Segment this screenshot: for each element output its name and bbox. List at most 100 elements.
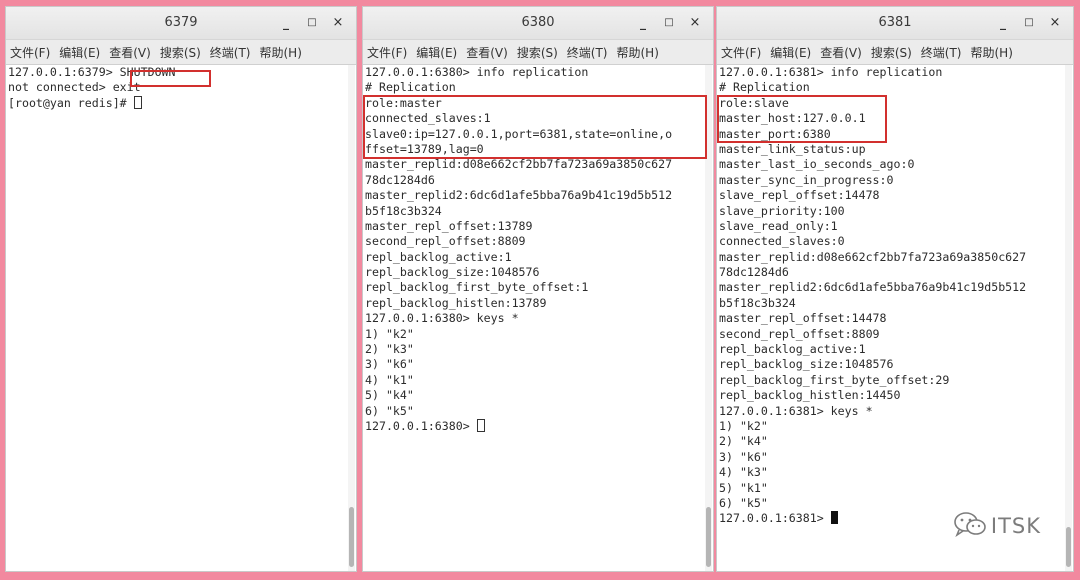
scrollbar-thumb[interactable] xyxy=(1066,527,1071,567)
terminal-line-text: 4) "k3" xyxy=(719,465,768,480)
menu-bar: 文件(F) 编辑(E) 查看(V) 搜索(S) 终端(T) 帮助(H) xyxy=(717,40,1073,65)
terminal-line-text: not connected> exit xyxy=(8,80,141,95)
terminal-line-text: master_last_io_seconds_ago:0 xyxy=(719,157,915,172)
terminal-area[interactable]: 127.0.0.1:6381> info replication # Replic… xyxy=(717,65,1073,571)
terminal-line: 4) "k3" xyxy=(719,465,1063,480)
scrollbar[interactable] xyxy=(1065,65,1072,571)
menu-search[interactable]: 搜索(S) xyxy=(160,44,201,61)
terminal-line-text: master_link_status:up xyxy=(719,141,866,156)
menu-view[interactable]: 查看(V) xyxy=(820,44,862,61)
menu-terminal[interactable]: 终端(T) xyxy=(921,44,962,61)
terminal-line-text: 6) "k5" xyxy=(365,403,414,418)
title-bar[interactable]: 6380 _ □ × xyxy=(363,7,713,40)
menu-help[interactable]: 帮助(H) xyxy=(617,44,659,61)
terminal-line: repl_backlog_histlen:13789 xyxy=(365,296,703,311)
menu-help[interactable]: 帮助(H) xyxy=(260,44,302,61)
menu-help[interactable]: 帮助(H) xyxy=(971,44,1013,61)
cursor xyxy=(133,95,142,109)
terminal-line-text: [root@yan redis]# xyxy=(8,95,134,110)
terminal-line: not connected> exit xyxy=(8,80,346,95)
maximize-button[interactable]: □ xyxy=(300,7,324,39)
terminal-line-text: 1) "k2" xyxy=(365,326,414,341)
menu-edit[interactable]: 编辑(E) xyxy=(416,44,457,61)
terminal-line-text: b5f18c3b324 xyxy=(719,295,796,310)
terminal-line-text: master_repl_offset:13789 xyxy=(365,218,533,233)
scrollbar-thumb[interactable] xyxy=(349,507,354,567)
terminal-line: repl_backlog_active:1 xyxy=(719,342,1063,357)
terminal-line: master_replid2:6dc6d1afe5bba76a9b41c19d5… xyxy=(719,280,1063,295)
menu-file[interactable]: 文件(F) xyxy=(721,44,761,61)
menu-view[interactable]: 查看(V) xyxy=(109,44,151,61)
minimize-button[interactable]: _ xyxy=(274,7,298,39)
terminal-line-text: 127.0.0.1:6380> xyxy=(365,418,477,433)
terminal-line: role:master xyxy=(365,96,703,111)
close-button[interactable]: × xyxy=(683,7,707,39)
menu-view[interactable]: 查看(V) xyxy=(466,44,508,61)
scrollbar[interactable] xyxy=(705,65,712,571)
terminal-line-text: 5) "k1" xyxy=(719,480,768,495)
terminal-line: 2) "k3" xyxy=(365,342,703,357)
menu-edit[interactable]: 编辑(E) xyxy=(770,44,811,61)
terminal-line: b5f18c3b324 xyxy=(719,296,1063,311)
menu-bar: 文件(F) 编辑(E) 查看(V) 搜索(S) 终端(T) 帮助(H) xyxy=(363,40,713,65)
menu-search[interactable]: 搜索(S) xyxy=(517,44,558,61)
terminal-line: master_port:6380 xyxy=(719,127,1063,142)
terminal-window-6379[interactable]: 6379 _ □ × 文件(F) 编辑(E) 查看(V) 搜索(S) 终端(T)… xyxy=(5,6,357,572)
terminal-line: master_repl_offset:13789 xyxy=(365,219,703,234)
close-button[interactable]: × xyxy=(1043,7,1067,39)
terminal-line-text: 127.0.0.1:6381> keys * xyxy=(719,403,873,418)
terminal-line: slave_repl_offset:14478 xyxy=(719,188,1063,203)
maximize-button[interactable]: □ xyxy=(1017,7,1041,39)
terminal-line-text: 127.0.0.1:6381> xyxy=(719,511,831,526)
terminal-window-6380[interactable]: 6380 _ □ × 文件(F) 编辑(E) 查看(V) 搜索(S) 终端(T)… xyxy=(362,6,714,572)
minimize-button[interactable]: _ xyxy=(631,7,655,39)
scrollbar[interactable] xyxy=(348,65,355,571)
terminal-line-text: 78dc1284d6 xyxy=(365,172,435,187)
terminal-line: slave_read_only:1 xyxy=(719,219,1063,234)
scrollbar-thumb[interactable] xyxy=(706,507,711,567)
terminal-line-text: 127.0.0.1:6380> info replication xyxy=(365,65,589,79)
terminal-line-text: b5f18c3b324 xyxy=(365,203,442,218)
terminal-line-text: 2) "k3" xyxy=(365,342,414,357)
title-bar[interactable]: 6381 _ □ × xyxy=(717,7,1073,40)
terminal-line: repl_backlog_active:1 xyxy=(365,250,703,265)
terminal-area[interactable]: 127.0.0.1:6379> SHUTDOWN not connected> e… xyxy=(6,65,356,571)
terminal-line-text: 6) "k5" xyxy=(719,495,768,510)
maximize-button[interactable]: □ xyxy=(657,7,681,39)
terminal-line-text: 127.0.0.1:6380> keys * xyxy=(365,311,519,326)
minimize-button[interactable]: _ xyxy=(991,7,1015,39)
terminal-line: connected_slaves:1 xyxy=(365,111,703,126)
terminal-line-text: second_repl_offset:8809 xyxy=(719,326,880,341)
terminal-line-text: repl_backlog_first_byte_offset:1 xyxy=(365,280,589,295)
terminal-window-6381[interactable]: 6381 _ □ × 文件(F) 编辑(E) 查看(V) 搜索(S) 终端(T)… xyxy=(716,6,1074,572)
terminal-line-text: 1) "k2" xyxy=(719,418,768,433)
title-bar[interactable]: 6379 _ □ × xyxy=(6,7,356,40)
terminal-line: 127.0.0.1:6379> SHUTDOWN xyxy=(8,65,346,80)
terminal-area[interactable]: 127.0.0.1:6380> info replication # Replic… xyxy=(363,65,713,571)
menu-terminal[interactable]: 终端(T) xyxy=(567,44,608,61)
cursor xyxy=(476,418,485,432)
menu-edit[interactable]: 编辑(E) xyxy=(59,44,100,61)
terminal-line: master_host:127.0.0.1 xyxy=(719,111,1063,126)
terminal-line-text: 4) "k1" xyxy=(365,372,414,387)
terminal-line-text: role:master xyxy=(365,95,442,110)
terminal-line: master_last_io_seconds_ago:0 xyxy=(719,157,1063,172)
terminal-line-text: # Replication xyxy=(719,80,810,95)
terminal-line: 2) "k4" xyxy=(719,434,1063,449)
cursor xyxy=(830,511,838,525)
menu-file[interactable]: 文件(F) xyxy=(10,44,50,61)
terminal-line: 3) "k6" xyxy=(719,450,1063,465)
terminal-line-text: # Replication xyxy=(365,80,456,95)
terminal-line-text: role:slave xyxy=(719,95,789,110)
menu-file[interactable]: 文件(F) xyxy=(367,44,407,61)
terminal-line-text: master_replid2:6dc6d1afe5bba76a9b41c19d5… xyxy=(719,280,1027,295)
terminal-line: 127.0.0.1:6380> info replication xyxy=(365,65,703,80)
terminal-line-text: repl_backlog_active:1 xyxy=(719,342,866,357)
terminal-line: slave0:ip=127.0.0.1,port=6381,state=onli… xyxy=(365,127,703,142)
terminal-line: b5f18c3b324 xyxy=(365,204,703,219)
close-button[interactable]: × xyxy=(326,7,350,39)
menu-terminal[interactable]: 终端(T) xyxy=(210,44,251,61)
menu-search[interactable]: 搜索(S) xyxy=(871,44,912,61)
terminal-line: master_replid:d08e662cf2bb7fa723a69a3850… xyxy=(719,250,1063,265)
terminal-line: master_sync_in_progress:0 xyxy=(719,173,1063,188)
